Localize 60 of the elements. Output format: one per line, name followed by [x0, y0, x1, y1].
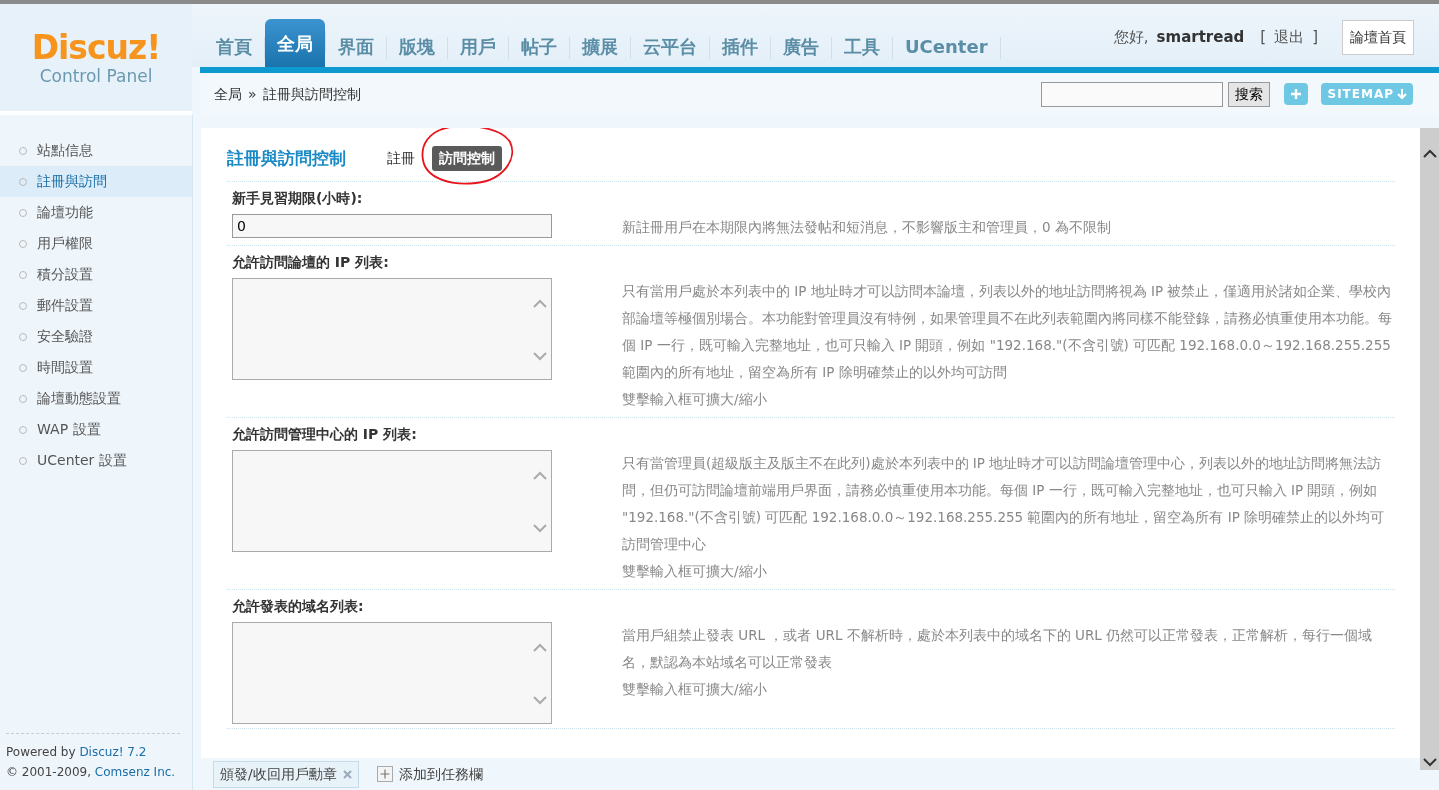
text-area-field[interactable]: [232, 622, 552, 724]
setting-description: 新註冊用戶在本期限內將無法發帖和短消息，不影響版主和管理員，0 為不限制: [622, 218, 1112, 237]
scroll-down-icon[interactable]: [1422, 758, 1437, 768]
hint-text: 雙擊輸入框可擴大/縮小: [622, 680, 768, 699]
sidebar-item[interactable]: 論壇功能: [0, 197, 192, 228]
text-area-field[interactable]: [232, 278, 552, 380]
sidebar-item[interactable]: WAP 設置: [0, 414, 192, 445]
bracket-text: [: [1260, 27, 1267, 49]
copyright-text: © 2001-2009, Comsenz Inc.: [6, 764, 177, 781]
forum-home-button[interactable]: 論壇首頁: [1342, 20, 1414, 55]
page-title: 註冊與訪問控制: [227, 146, 346, 170]
breadcrumb-item[interactable]: 全局: [214, 83, 242, 105]
setting-label: 新手見習期限(小時):: [232, 189, 364, 208]
hint-text: 雙擊輸入框可擴大/縮小: [622, 390, 768, 409]
scroll-arrows-icon: [533, 299, 547, 361]
scroll-arrows-icon: [533, 471, 547, 533]
setting-label: 允許訪問論壇的 IP 列表:: [232, 253, 390, 272]
page-tab[interactable]: 註冊: [380, 146, 422, 171]
close-icon[interactable]: [342, 769, 352, 779]
sidebar-item[interactable]: UCenter 設置: [0, 445, 192, 476]
setting-label: 允許發表的域名列表:: [232, 597, 365, 616]
sidebar-item[interactable]: 論壇動態設置: [0, 383, 192, 414]
sidebar-item[interactable]: 用戶權限: [0, 228, 192, 259]
down-arrow-icon: [1397, 88, 1407, 100]
username: smartread: [1156, 27, 1245, 49]
add-button[interactable]: [1284, 83, 1309, 105]
sidebar-item[interactable]: 站點信息: [0, 135, 192, 166]
greeting-text: 您好,: [1113, 27, 1149, 49]
hint-text: 雙擊輸入框可擴大/縮小: [622, 562, 768, 581]
setting-description: 當用戶組禁止發表 URL ，或者 URL 不解析時，處於本列表中的域名下的 URL 仍然可以正常發表，正常解析，每行一個域名，默認為本站域名可以正常發表: [622, 626, 1374, 672]
logout-link[interactable]: 退出: [1274, 26, 1305, 49]
breadcrumb-item: 註冊與訪問控制: [262, 84, 361, 104]
sidebar-item[interactable]: 時間設置: [0, 352, 192, 383]
search-button[interactable]: 搜索: [1228, 81, 1271, 107]
page-tab[interactable]: 訪問控制: [432, 146, 502, 171]
breadcrumb-separator: »: [248, 84, 257, 104]
search-field[interactable]: [1041, 81, 1224, 107]
scroll-arrows-icon: [533, 643, 547, 705]
nav-tab[interactable]: 全局: [265, 19, 325, 67]
sidebar-item[interactable]: 郵件設置: [0, 290, 192, 321]
setting-description: 只有當管理員(超級版主及版主不在此列)處於本列表中的 IP 地址時才可以訪問論壇管理中心，列表以外的地址訪問將無法訪問，但仍可訪問論壇前端用戶界面，請務必慎重使用本功能。每個 IP 一行，既可輸入完整地址，也可只輸入 IP 開頭，例如 "192.168."(不含引號) 可匹配 192.168.0.0～192.168.255.255 範圍內的所有地址，留空為所有 IP 除明確禁止的以外均可訪問管理中心: [622, 454, 1386, 554]
setting-description: 只有當用戶處於本列表中的 IP 地址時才可以訪問本論壇，列表以外的地址訪問將視為 IP 被禁止，僅適用於諸如企業、學校內部論壇等極個別場合。本功能對管理員沒有特例，如果管理員不在此列表範圍內將同樣不能登錄，請務必慎重使用本功能。每個 IP 一行，既可輸入完整地址，也可只輸入 IP 開頭，例如 "192.168."(不含引號) 可匹配 192.168.0.0～192.168.255.255 範圍內的所有地址，留空為所有 IP 除明確禁止的以外均可訪問: [622, 282, 1392, 382]
scroll-up-icon[interactable]: [1422, 148, 1437, 158]
sidebar-item[interactable]: 註冊與訪問: [0, 166, 192, 197]
sidebar-item[interactable]: 安全驗證: [0, 321, 192, 352]
powered-by-text: Powered by Discuz! 7.2: [6, 744, 148, 761]
task-item[interactable]: 頒發/收回用戶勳章: [213, 760, 359, 788]
bracket-text: ]: [1312, 27, 1318, 49]
number-input-field[interactable]: 0: [232, 214, 552, 238]
text-area-field[interactable]: [232, 450, 552, 552]
logo-title: Discuz!: [31, 30, 161, 66]
logo-subtitle: Control Panel: [39, 66, 153, 86]
product-link[interactable]: Discuz! 7.2: [79, 745, 147, 759]
setting-label: 允許訪問管理中心的 IP 列表:: [232, 425, 418, 444]
scrollbar[interactable]: [1420, 128, 1439, 770]
plus-icon: [1290, 88, 1303, 100]
add-to-taskbar-button[interactable]: 添加到任務欄: [370, 762, 489, 786]
company-link[interactable]: Comsenz Inc.: [94, 765, 176, 779]
plus-box-icon: [376, 766, 393, 782]
sidebar-item[interactable]: 積分設置: [0, 259, 192, 290]
